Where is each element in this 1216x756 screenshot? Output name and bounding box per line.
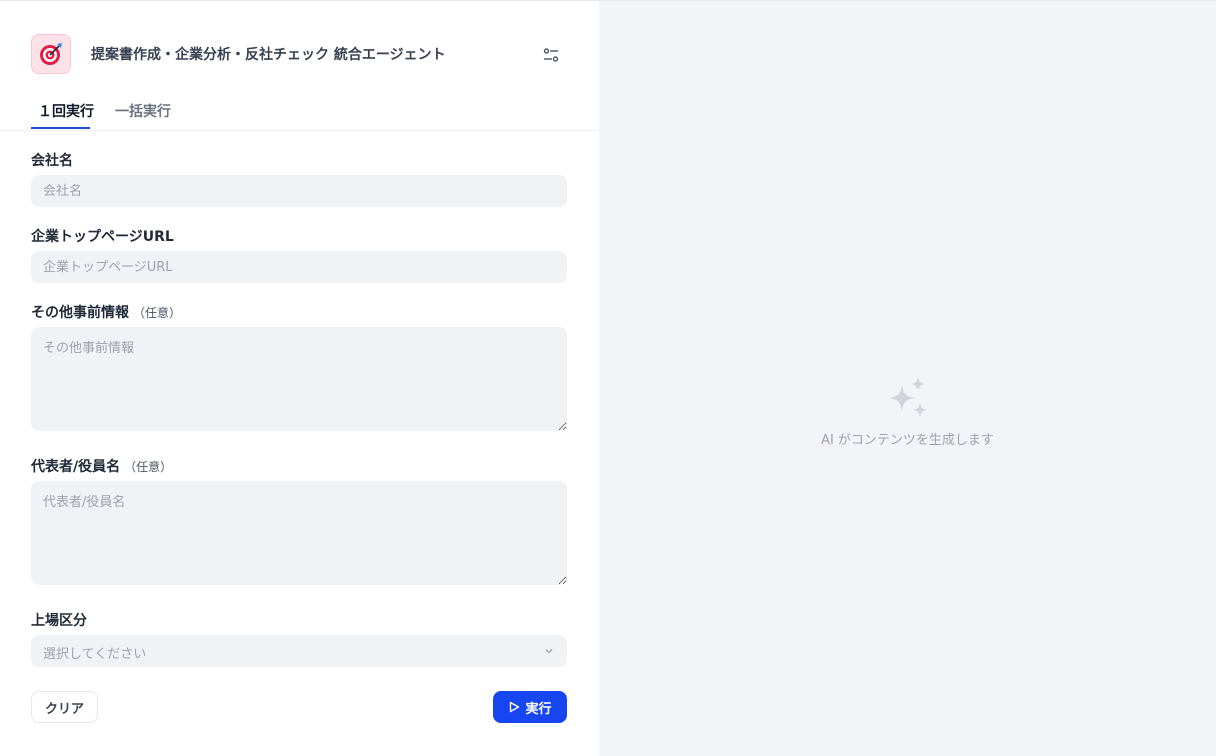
company-name-label: 会社名	[31, 150, 73, 170]
optional-tag: （任意）	[133, 306, 182, 320]
sliders-icon	[543, 48, 559, 62]
tab-bar: １回実行 一括実行	[0, 91, 599, 131]
company-name-input[interactable]	[31, 175, 567, 207]
representative-label: 代表者/役員名 （任意）	[31, 456, 172, 476]
company-url-label-text: 企業トップページURL	[31, 229, 174, 245]
optional-tag: （任意）	[124, 460, 173, 474]
company-name-label-text: 会社名	[31, 153, 73, 169]
empty-state-text: AI がコンテンツを生成します	[821, 433, 994, 448]
company-url-input[interactable]	[31, 251, 567, 283]
settings-button[interactable]	[539, 43, 563, 67]
run-button[interactable]: 実行	[493, 691, 567, 723]
other-info-label: その他事前情報 （任意）	[31, 302, 181, 322]
run-button-label: 実行	[525, 701, 552, 717]
chevron-down-icon	[545, 649, 553, 654]
company-url-label: 企業トップページURL	[31, 226, 174, 246]
sparkles-icon	[888, 377, 927, 417]
representative-label-text: 代表者/役員名	[31, 459, 121, 475]
clear-button[interactable]: クリア	[31, 691, 98, 723]
listing-label-text: 上場区分	[31, 613, 87, 629]
other-info-label-text: その他事前情報	[31, 305, 129, 321]
input-panel: 提案書作成・企業分析・反社チェック 統合エージェント １回実行 一括実行 会社名…	[0, 1, 599, 756]
listing-select-placeholder: 選択してください	[43, 647, 147, 662]
listing-label: 上場区分	[31, 610, 87, 630]
tab-batch-run[interactable]: 一括実行	[115, 101, 171, 121]
output-panel: AI がコンテンツを生成します	[599, 1, 1216, 756]
target-icon	[40, 43, 62, 65]
representative-textarea[interactable]	[31, 481, 567, 585]
app-title: 提案書作成・企業分析・反社チェック 統合エージェント	[91, 47, 446, 63]
active-tab-indicator	[31, 127, 90, 129]
play-icon	[510, 701, 520, 713]
listing-select[interactable]: 選択してください	[31, 635, 567, 667]
other-info-textarea[interactable]	[31, 327, 567, 431]
tab-single-run[interactable]: １回実行	[38, 101, 94, 121]
app-icon	[31, 34, 71, 74]
empty-state	[599, 375, 1216, 425]
